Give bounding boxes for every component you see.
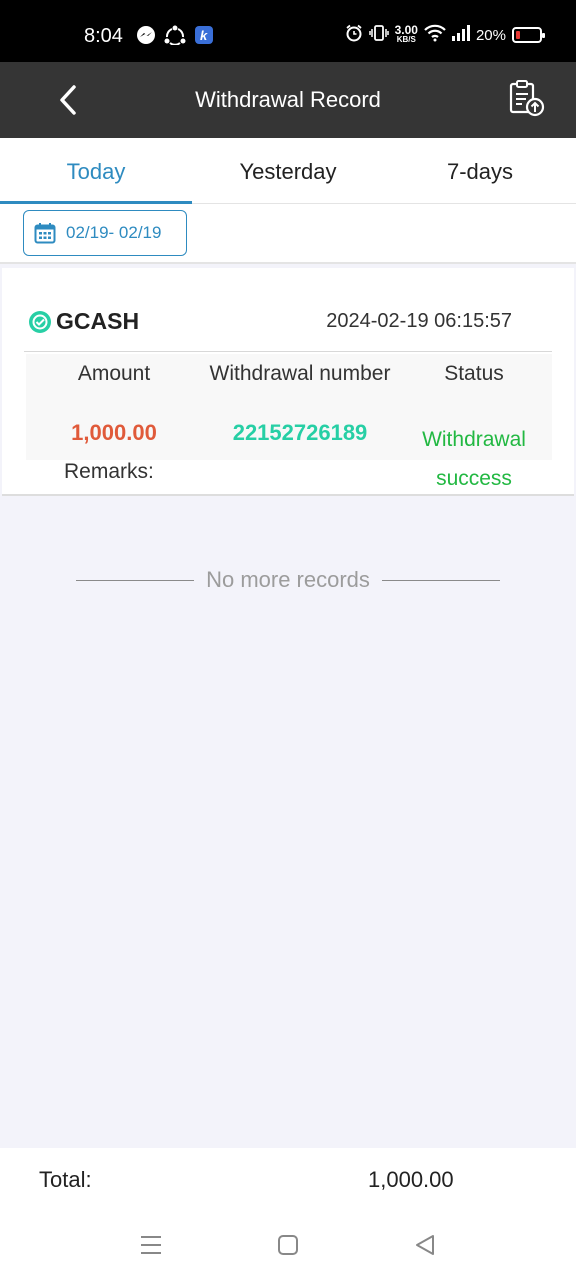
total-label: Total: (39, 1167, 92, 1192)
net-speed-unit: KB/S (396, 35, 416, 44)
divider-right (381, 579, 500, 581)
clipboard-upload-icon (509, 80, 545, 117)
svg-text:k: k (200, 28, 208, 43)
total-value: 1,000.00 (368, 1167, 454, 1192)
record-header: GCASH 2024-02-19 06:15:57 (24, 306, 552, 352)
date-range-button[interactable]: 02/19- 02/19 (23, 210, 187, 256)
gcash-logo-icon (29, 310, 51, 333)
payment-method: GCASH (56, 308, 140, 334)
withdrawal-number-value: 22152726189 (232, 420, 368, 445)
page-title: Withdrawal Record (195, 87, 381, 112)
menu-icon (141, 1236, 161, 1254)
tab-yesterday[interactable]: Yesterday (192, 138, 384, 203)
battery-icon (512, 27, 545, 43)
date-filter-row: 02/19- 02/19 (0, 204, 576, 264)
status-bar: 8:04 k 3.00 KB/S 20% (0, 0, 576, 62)
net-speed: 3.00 KB/S (394, 23, 418, 45)
status-time: 8:04 (84, 25, 123, 47)
alarm-icon (345, 24, 363, 46)
home-button[interactable] (273, 1230, 303, 1260)
messenger-icon (136, 25, 156, 50)
withdrawal-record-card: GCASH 2024-02-19 06:15:57 Amount Withdra… (2, 268, 574, 496)
system-nav-bar (0, 1210, 576, 1280)
vibrate-icon (368, 24, 389, 46)
recent-apps-button[interactable] (136, 1230, 166, 1260)
system-back-button[interactable] (410, 1230, 440, 1260)
column-status: Status (444, 362, 504, 385)
net-speed-value: 3.00 (394, 23, 418, 37)
no-more-records: No more records (0, 565, 576, 595)
wifi-icon (424, 24, 446, 46)
calendar-icon (34, 223, 56, 244)
no-more-text: No more records (206, 567, 370, 592)
status-line-1: Withdrawal (422, 428, 526, 451)
amount-value: 1,000.00 (71, 420, 157, 445)
k-app-icon: k (194, 25, 214, 50)
sync-icon (164, 25, 186, 50)
total-bar: Total: 1,000.00 (0, 1148, 576, 1210)
status-line-2: success (436, 467, 512, 490)
remarks-label: Remarks: (64, 460, 154, 483)
divider-left (76, 579, 195, 581)
tab-7-days[interactable]: 7-days (384, 138, 576, 203)
back-triangle-icon (416, 1235, 434, 1255)
home-icon (278, 1235, 298, 1255)
column-withdrawal-number: Withdrawal number (209, 362, 391, 385)
battery-level (516, 31, 520, 39)
app-bar: Withdrawal Record (0, 62, 576, 138)
record-datetime: 2024-02-19 06:15:57 (326, 310, 512, 332)
signal-icon (451, 25, 470, 45)
date-range-label: 02/19- 02/19 (66, 223, 162, 242)
period-tabs: Today Yesterday 7-days (0, 138, 576, 204)
status-value: Withdrawal success (402, 420, 546, 498)
battery-text: 20% (475, 26, 506, 44)
tab-today[interactable]: Today (0, 138, 192, 204)
column-amount: Amount (77, 362, 151, 385)
export-record-button[interactable] (506, 78, 546, 118)
